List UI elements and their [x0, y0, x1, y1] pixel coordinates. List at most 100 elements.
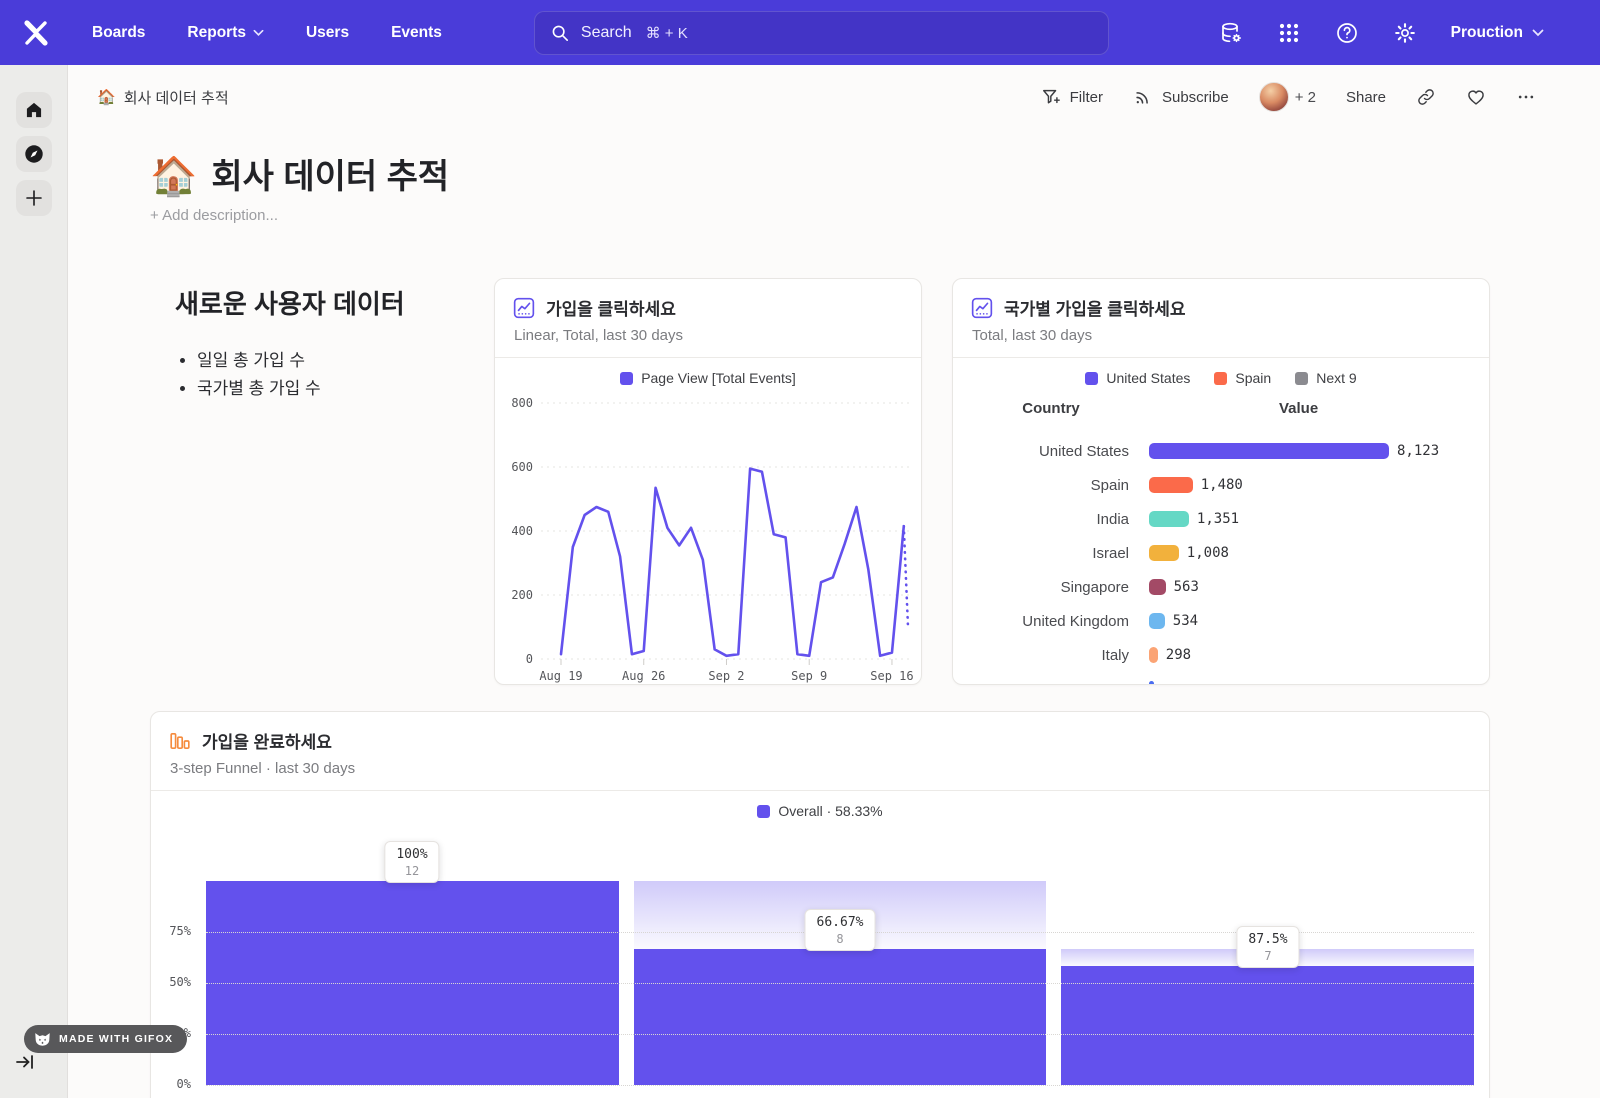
legend-item[interactable]: Page View [Total Events] — [620, 370, 796, 386]
search-placeholder: Search — [581, 24, 632, 42]
legend-item[interactable]: Next 9 — [1295, 370, 1356, 386]
nav-item-events[interactable]: Events — [391, 24, 442, 42]
legend-label: Spain — [1235, 370, 1271, 386]
svg-text:0: 0 — [526, 652, 533, 666]
country-bar[interactable] — [1149, 647, 1158, 663]
line-chart-legend: Page View [Total Events] — [495, 368, 921, 388]
text-card-heading: 새로운 사용자 데이터 — [175, 284, 494, 321]
settings-gear-icon[interactable] — [1393, 21, 1417, 45]
app-window: Boards Reports Users Events Search ⌘ + K — [0, 0, 1600, 1098]
country-bar[interactable] — [1149, 681, 1154, 685]
country-label: United Kingdom — [953, 613, 1149, 630]
board-toolbar: 🏠 회사 데이터 추적 Filter Subscribe + 2 — [68, 65, 1600, 129]
country-row[interactable]: United States8,123 — [953, 434, 1489, 468]
subscribe-button[interactable]: Subscribe — [1133, 87, 1229, 107]
sidebar-explore-button[interactable] — [16, 136, 52, 172]
filter-button[interactable]: Filter — [1041, 87, 1103, 107]
funnel-tooltip: 100%12 — [384, 841, 439, 883]
nav-item-label: Events — [391, 24, 442, 42]
chevron-down-icon — [253, 29, 264, 37]
rss-icon — [1133, 87, 1153, 107]
insights-chart-icon — [971, 297, 993, 319]
more-options-icon[interactable] — [1516, 87, 1536, 107]
funnel-bar-solid[interactable] — [634, 949, 1047, 1085]
board-actions: Filter Subscribe + 2 Share — [1041, 82, 1536, 112]
gifox-watermark-badge: MADE WITH GIFOX — [24, 1025, 187, 1053]
expand-sidebar-icon[interactable] — [14, 1050, 38, 1074]
nav-item-reports[interactable]: Reports — [187, 24, 264, 42]
funnel-step[interactable] — [1061, 949, 1474, 1085]
apps-grid-icon[interactable] — [1277, 21, 1301, 45]
project-switcher[interactable]: Prouction — [1451, 24, 1544, 42]
nav-item-boards[interactable]: Boards — [92, 24, 145, 42]
bar-chart-card: 국가별 가입을 클릭하세요 Total, last 30 days United… — [952, 278, 1490, 685]
legend-label: Page View [Total Events] — [641, 370, 796, 386]
country-value: 1,008 — [1187, 545, 1229, 561]
collaborators-count: + 2 — [1295, 89, 1316, 106]
line-series[interactable] — [561, 469, 904, 656]
favorite-heart-icon[interactable] — [1466, 87, 1486, 107]
column-header-country: Country — [953, 400, 1149, 420]
funnel-tooltip: 87.5%7 — [1236, 926, 1299, 968]
svg-text:400: 400 — [511, 524, 533, 538]
country-row-partial — [953, 672, 1489, 685]
search-input[interactable]: Search ⌘ + K — [534, 11, 1109, 55]
sidebar-home-button[interactable] — [16, 92, 52, 128]
country-bar[interactable] — [1149, 579, 1166, 595]
avatar[interactable] — [1259, 82, 1289, 112]
line-card-title[interactable]: 가입을 클릭하세요 — [546, 295, 676, 320]
main-content: 🏠 회사 데이터 추적 Filter Subscribe + 2 — [68, 65, 1600, 1098]
funnel-card-subtitle: 3-step Funnel · last 30 days — [170, 760, 1471, 777]
country-row[interactable]: India1,351 — [953, 502, 1489, 536]
funnel-card-title[interactable]: 가입을 완료하세요 — [202, 728, 332, 753]
funnel-gridline — [206, 1085, 1474, 1086]
svg-text:Aug 26: Aug 26 — [622, 669, 665, 683]
copy-link-icon[interactable] — [1416, 87, 1436, 107]
country-row[interactable]: Italy298 — [953, 638, 1489, 672]
country-bar[interactable] — [1149, 511, 1189, 527]
country-bar[interactable] — [1149, 545, 1179, 561]
country-label: United States — [953, 443, 1149, 460]
country-bar[interactable] — [1149, 613, 1165, 629]
line-card-header: 가입을 클릭하세요 Linear, Total, last 30 days — [495, 279, 921, 358]
legend-item[interactable]: Overall · 58.33% — [757, 803, 882, 819]
country-row[interactable]: Spain 1,480 — [953, 468, 1489, 502]
page-title: 🏠 회사 데이터 추적 — [150, 155, 1600, 199]
legend-swatch — [1214, 372, 1227, 385]
gifox-badge-text: MADE WITH GIFOX — [59, 1033, 173, 1045]
country-bar[interactable] — [1149, 477, 1193, 493]
funnel-ytick: 75% — [151, 924, 191, 938]
country-row[interactable]: Singapore563 — [953, 570, 1489, 604]
country-value: 563 — [1174, 579, 1199, 595]
add-description-button[interactable]: + Add description... — [150, 207, 1600, 224]
project-name: Prouction — [1451, 24, 1523, 42]
text-card-bullets: 일일 총 가입 수국가별 총 가입 수 — [197, 347, 494, 403]
country-value: 1,480 — [1201, 477, 1243, 493]
funnel-ytick: 0% — [151, 1077, 191, 1091]
nav-item-users[interactable]: Users — [306, 24, 349, 42]
insights-chart-icon — [513, 297, 535, 319]
board-header: 🏠 회사 데이터 추적 + Add description... — [150, 155, 1600, 224]
country-row[interactable]: Israel1,008 — [953, 536, 1489, 570]
collaborators[interactable]: + 2 — [1259, 82, 1316, 112]
breadcrumb: 🏠 회사 데이터 추적 — [97, 87, 229, 108]
country-label: Spain — [953, 477, 1149, 494]
bar-table-headers: Country Value — [953, 400, 1489, 420]
legend-item[interactable]: Spain — [1214, 370, 1271, 386]
sidebar-add-button[interactable] — [16, 180, 52, 216]
legend-item[interactable]: United States — [1085, 370, 1190, 386]
title-emoji: 🏠 — [150, 155, 197, 199]
share-button[interactable]: Share — [1346, 89, 1386, 106]
country-row[interactable]: United Kingdom534 — [953, 604, 1489, 638]
data-management-icon[interactable] — [1219, 21, 1243, 45]
plus-icon — [24, 188, 44, 208]
left-sidebar — [0, 65, 68, 1098]
funnel-bars-icon — [169, 730, 191, 752]
legend-swatch — [757, 805, 770, 818]
help-icon[interactable] — [1335, 21, 1359, 45]
bar-card-title[interactable]: 국가별 가입을 클릭하세요 — [1004, 295, 1186, 320]
line-card-subtitle: Linear, Total, last 30 days — [514, 327, 903, 344]
country-bar[interactable] — [1149, 443, 1389, 459]
mixpanel-logo-icon[interactable] — [20, 17, 52, 49]
line-chart-plot[interactable]: 0200400600800Aug 19Aug 26Sep 2Sep 9Sep 1… — [495, 388, 922, 684]
